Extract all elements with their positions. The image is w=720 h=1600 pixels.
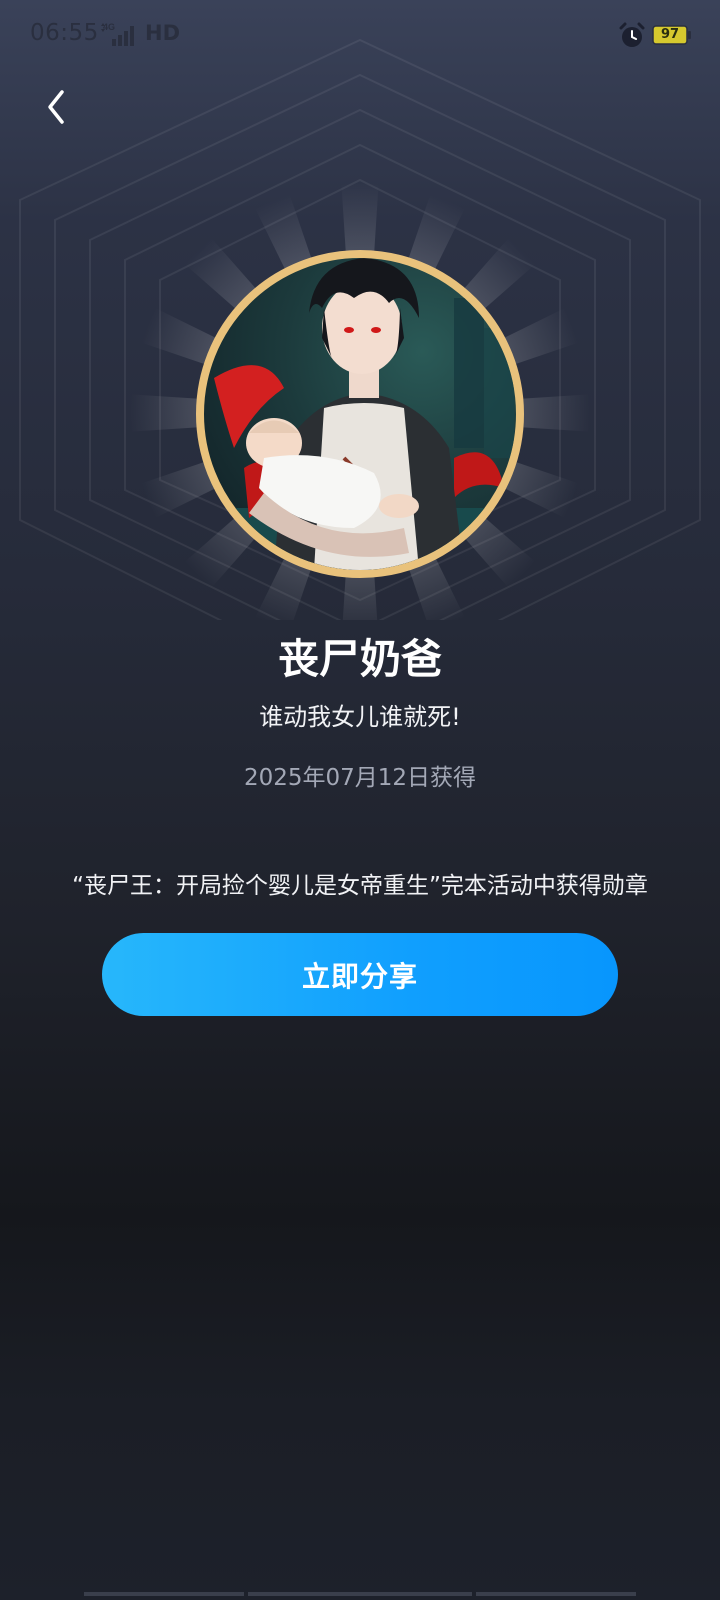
badge-subtitle: 谁动我女儿谁就死! bbox=[259, 703, 461, 731]
badge-avatar bbox=[196, 250, 524, 578]
badge-title: 丧尸奶爸 bbox=[278, 635, 442, 683]
share-button[interactable]: 立即分享 bbox=[102, 933, 618, 1016]
gesture-bar-left bbox=[84, 1592, 244, 1596]
gesture-bar-middle bbox=[248, 1592, 472, 1596]
badge-date: 2025年07月12日获得 bbox=[243, 765, 477, 791]
gesture-bar-right bbox=[476, 1592, 636, 1596]
badge-description: “丧尸王：开局捡个婴儿是女帝重生”完本活动中获得勋章 bbox=[72, 873, 648, 899]
